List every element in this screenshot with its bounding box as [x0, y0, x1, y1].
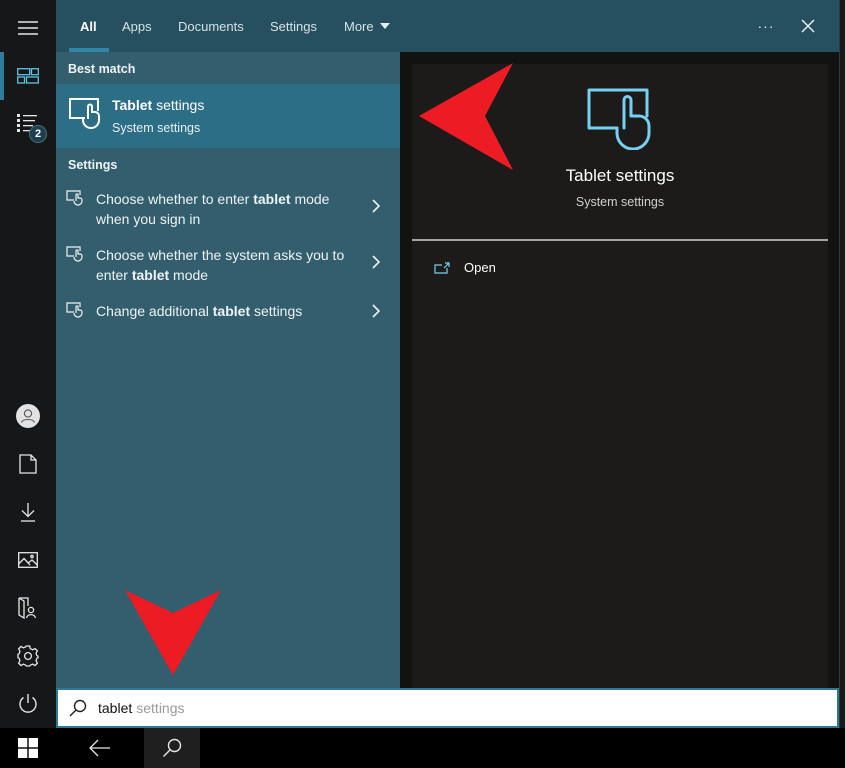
menu-button[interactable]	[0, 4, 56, 52]
tablet-touch-icon	[66, 246, 83, 262]
folder-user-icon	[18, 597, 37, 619]
document-icon	[19, 454, 37, 474]
settings-result-item[interactable]: Choose whether to enter tablet mode when…	[56, 189, 400, 229]
personal-folder-button[interactable]	[0, 584, 56, 632]
tab-documents[interactable]: Documents	[178, 0, 244, 52]
chevron-right-icon	[372, 304, 380, 318]
caret-down-icon	[379, 23, 390, 29]
tablet-touch-icon	[66, 302, 83, 318]
window-edge	[839, 0, 845, 728]
gear-icon	[17, 645, 39, 667]
preview-subtitle: System settings	[575, 195, 665, 209]
back-button[interactable]	[72, 728, 128, 768]
power-button[interactable]	[0, 680, 56, 728]
best-match-heading: Best match	[68, 62, 136, 76]
hamburger-icon	[18, 21, 38, 35]
power-icon	[19, 694, 37, 713]
search-typed-text: tablet	[98, 700, 133, 716]
timeline-button[interactable]	[0, 100, 56, 148]
home-button[interactable]	[0, 52, 56, 100]
start-button[interactable]	[0, 728, 56, 768]
search-input[interactable]: tablet settings	[56, 688, 839, 728]
results-panel: Best match Tablet settings System settin…	[56, 52, 400, 688]
user-icon	[16, 404, 40, 428]
best-match-subtitle: System settings	[112, 121, 201, 135]
pictures-button[interactable]	[0, 536, 56, 584]
more-options-button[interactable]: ···	[746, 0, 786, 52]
tablet-touch-icon	[66, 190, 83, 206]
tablet-touch-icon-large	[587, 88, 651, 150]
tab-apps[interactable]: Apps	[122, 0, 152, 52]
settings-result-item[interactable]: Change additional tablet settings	[56, 301, 400, 321]
open-external-icon	[434, 261, 450, 274]
search-suggestion: settings	[136, 700, 185, 716]
best-match-title: Tablet settings	[112, 97, 205, 113]
home-tiles-icon	[17, 68, 39, 84]
close-icon	[801, 19, 815, 33]
annotation-arrow-left	[419, 63, 513, 170]
windows-logo-icon	[18, 738, 38, 758]
settings-button[interactable]	[0, 632, 56, 680]
search-filter-bar: All Apps Documents Settings More ···	[56, 0, 839, 52]
settings-result-item[interactable]: Choose whether the system asks you to en…	[56, 245, 400, 285]
start-rail: 2	[0, 0, 56, 728]
account-button[interactable]	[0, 392, 56, 440]
search-icon	[69, 699, 87, 717]
search-taskbar-button[interactable]	[144, 728, 200, 768]
notification-badge: 2	[29, 125, 47, 143]
tab-settings[interactable]: Settings	[270, 0, 317, 52]
arrow-left-icon	[89, 739, 110, 757]
chevron-right-icon	[372, 199, 380, 213]
settings-result-text: Choose whether to enter tablet mode when…	[96, 191, 330, 227]
picture-icon	[18, 552, 38, 568]
download-icon	[21, 503, 35, 522]
settings-result-text: Choose whether the system asks you to en…	[96, 247, 345, 283]
search-icon	[163, 738, 182, 757]
tab-more[interactable]: More	[344, 0, 390, 52]
annotation-arrow-down	[125, 590, 221, 675]
best-match-item[interactable]: Tablet settings System settings	[56, 84, 400, 148]
taskbar	[0, 728, 845, 768]
tab-more-label: More	[344, 18, 374, 34]
chevron-right-icon	[372, 255, 380, 269]
tablet-touch-icon	[69, 98, 100, 129]
settings-result-text: Change additional tablet settings	[96, 303, 303, 319]
documents-button[interactable]	[0, 440, 56, 488]
close-button[interactable]	[788, 0, 828, 52]
open-action[interactable]: Open	[434, 260, 496, 275]
preview-divider	[412, 239, 828, 241]
tab-all[interactable]: All	[80, 0, 97, 52]
downloads-button[interactable]	[0, 488, 56, 536]
open-label: Open	[464, 260, 496, 275]
settings-heading: Settings	[68, 158, 118, 172]
